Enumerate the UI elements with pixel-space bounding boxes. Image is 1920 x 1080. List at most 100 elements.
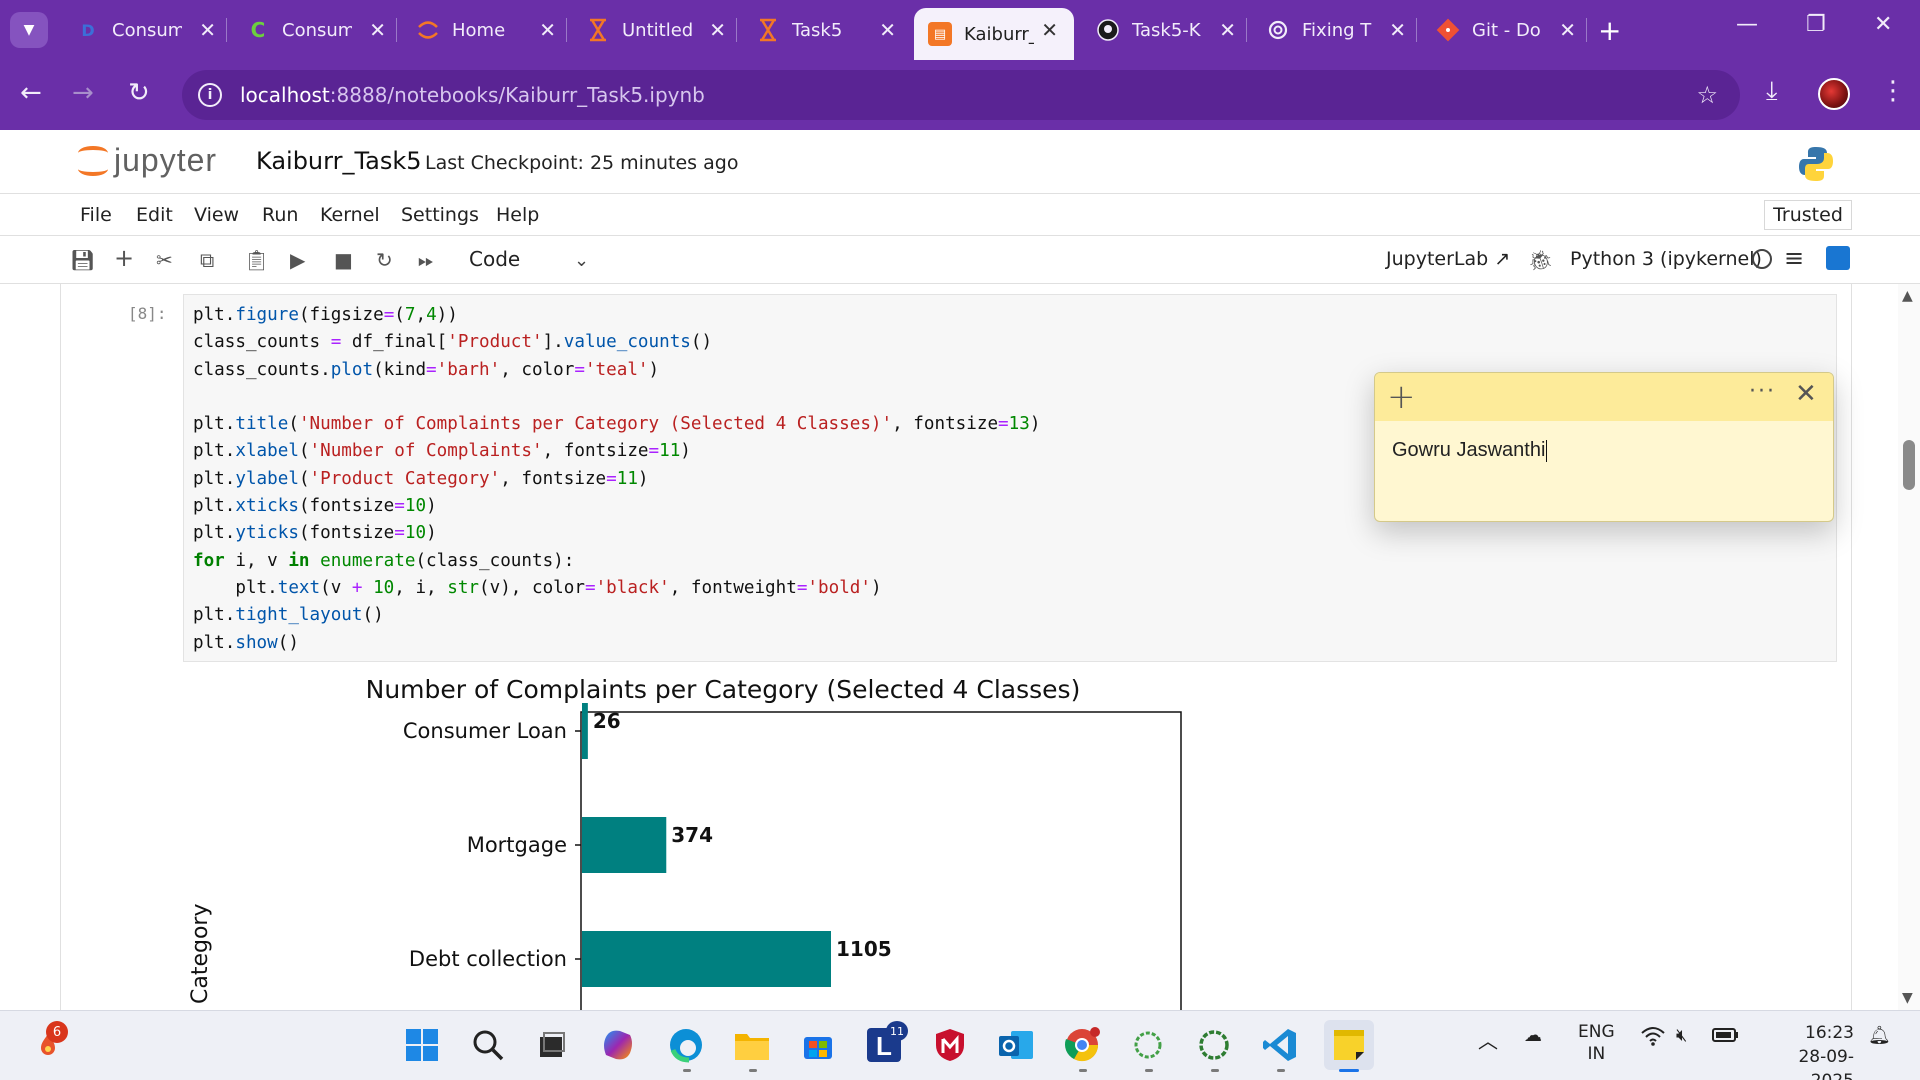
paste-icon[interactable]: 📋︎ <box>244 248 269 272</box>
browser-tab[interactable]: Git - Do ✕ <box>1422 8 1592 52</box>
save-icon[interactable]: 💾︎ <box>70 248 95 272</box>
menu-settings[interactable]: Settings <box>401 204 479 226</box>
insert-cell-icon[interactable]: + <box>114 244 134 272</box>
bar <box>582 703 588 759</box>
jupyterlab-link[interactable]: JupyterLab ↗ <box>1386 248 1510 270</box>
loader-app-1[interactable] <box>1126 1023 1170 1067</box>
profile-avatar[interactable] <box>1818 78 1850 110</box>
start-button[interactable] <box>400 1023 444 1067</box>
scrollbar-thumb[interactable] <box>1903 440 1915 490</box>
restart-icon[interactable]: ↻ <box>376 248 393 272</box>
store-app[interactable] <box>796 1023 840 1067</box>
close-icon[interactable]: ✕ <box>1041 18 1058 42</box>
battery-icon[interactable] <box>1712 1025 1740 1050</box>
forward-arrow-icon[interactable]: → <box>72 78 94 108</box>
close-icon[interactable]: ✕ <box>1219 18 1236 42</box>
language-indicator[interactable]: ENG IN <box>1578 1021 1615 1065</box>
close-icon[interactable]: ✕ <box>1389 18 1406 42</box>
sticky-note-text[interactable]: Gowru Jaswanthi <box>1392 439 1548 462</box>
more-options-icon[interactable]: ··· <box>1749 379 1776 404</box>
browser-tab-active[interactable]: ▤ Kaiburr_ ✕ <box>914 8 1074 60</box>
fast-forward-icon[interactable]: ⏩︎ <box>418 248 434 272</box>
loader-app-2[interactable] <box>1192 1023 1236 1067</box>
download-icon[interactable]: ⤓ <box>1766 76 1778 107</box>
close-icon[interactable]: ✕ <box>199 18 216 42</box>
close-icon[interactable]: ✕ <box>1559 18 1576 42</box>
tab-search-button[interactable]: ▼ <box>10 12 48 48</box>
menu-run[interactable]: Run <box>262 204 298 226</box>
outlook-icon <box>999 1031 1033 1059</box>
url-text[interactable]: localhost:8888/notebooks/Kaiburr_Task5.i… <box>240 83 705 107</box>
chevron-down-icon[interactable]: ⌄ <box>574 250 589 271</box>
bar-series: Consumer Loan 26 Mortgage 374 Debt collectio… <box>403 703 892 987</box>
menu-kernel[interactable]: Kernel <box>320 204 380 226</box>
sticky-note[interactable]: + ··· ✕ Gowru Jaswanthi <box>1374 372 1834 522</box>
mcafee-app[interactable] <box>928 1023 972 1067</box>
wifi-icon[interactable] <box>1640 1025 1666 1052</box>
kernel-name[interactable]: Python 3 (ipykernel) <box>1570 248 1762 270</box>
vertical-scrollbar[interactable]: ▲ ▼ <box>1898 284 1920 1010</box>
restore-icon[interactable]: ❐ <box>1806 12 1826 37</box>
browser-tab[interactable]: D Consum ✕ <box>62 8 232 52</box>
code-line: plt.xlabel('Number of Complaints', fonts… <box>193 441 691 462</box>
browser-tab[interactable]: C Consum ✕ <box>232 8 402 52</box>
add-note-icon[interactable]: + <box>1387 377 1416 417</box>
menu-lines-icon[interactable]: ≡ <box>1784 244 1804 272</box>
menu-file[interactable]: File <box>80 204 112 226</box>
browser-menu-icon[interactable]: ⋮ <box>1880 76 1906 106</box>
close-icon[interactable]: ✕ <box>369 18 386 42</box>
chevron-up-icon[interactable]: ︿ <box>1478 1025 1498 1054</box>
clock[interactable]: 16:23 28-09-2025 <box>1762 1021 1854 1080</box>
window-close-icon[interactable]: ✕ <box>1874 12 1892 37</box>
close-icon[interactable]: ✕ <box>709 18 726 42</box>
windows-taskbar: 6 L 11 ︿ ☁ ENG IN 🔇︎ 16:23 28-09- 🔔︎ <box>0 1010 1920 1080</box>
code-line: for i, v in enumerate(class_counts): <box>193 550 575 571</box>
site-info-icon[interactable]: i <box>198 83 222 107</box>
vscode-app[interactable] <box>1258 1023 1302 1067</box>
close-icon[interactable]: ✕ <box>879 18 896 42</box>
browser-tab[interactable]: Untitled ✕ <box>572 8 742 52</box>
copy-icon[interactable]: ⧉ <box>200 248 214 272</box>
address-bar[interactable]: i localhost:8888/notebooks/Kaiburr_Task5… <box>182 70 1740 120</box>
browser-tab[interactable]: Fixing T ✕ <box>1252 8 1422 52</box>
browser-tab[interactable]: Task5 ✕ <box>742 8 912 52</box>
notebook-toolbar: 💾︎ + ✂ ⧉ 📋︎ ▶ ■ ↻ ⏩︎ Code ⌄ JupyterLab ↗… <box>0 236 1920 284</box>
browser-tab[interactable]: Task5-K ✕ <box>1082 8 1252 52</box>
notebook-title[interactable]: Kaiburr_Task5 <box>256 147 422 175</box>
stop-icon[interactable]: ■ <box>334 248 353 272</box>
notification-badge: 11 <box>886 1021 908 1041</box>
sticky-notes-app[interactable] <box>1324 1020 1374 1070</box>
cell-type-select[interactable]: Code <box>469 247 520 271</box>
cut-icon[interactable]: ✂ <box>156 248 173 272</box>
close-note-icon[interactable]: ✕ <box>1795 379 1817 409</box>
outlook-app[interactable] <box>994 1023 1038 1067</box>
reload-icon[interactable]: ↻ <box>128 78 150 108</box>
notification-bell-icon[interactable]: 🔔︎ <box>1868 1025 1891 1046</box>
menu-edit[interactable]: Edit <box>136 204 173 226</box>
new-tab-button[interactable]: + <box>1598 14 1621 47</box>
minimize-icon[interactable]: — <box>1736 12 1758 37</box>
jupyter-logo[interactable]: jupyter <box>76 140 217 180</box>
search-button[interactable] <box>466 1023 510 1067</box>
bookmark-star-icon[interactable]: ☆ <box>1696 81 1718 109</box>
property-inspector-icon[interactable] <box>1826 246 1850 270</box>
github-icon <box>1096 18 1120 42</box>
code-block[interactable]: plt.figure(figsize=(7,4)) class_counts = … <box>193 302 1040 657</box>
onedrive-cloud-icon[interactable]: ☁ <box>1524 1025 1542 1046</box>
task-view-button[interactable] <box>530 1023 574 1067</box>
edge-app[interactable] <box>664 1023 708 1067</box>
scroll-up-icon[interactable]: ▲ <box>1902 288 1913 304</box>
trusted-indicator[interactable]: Trusted <box>1764 200 1852 230</box>
chrome-app[interactable] <box>1060 1023 1104 1067</box>
debugger-bug-icon[interactable]: 🐞︎ <box>1528 248 1553 272</box>
close-icon[interactable]: ✕ <box>539 18 556 42</box>
menu-view[interactable]: View <box>194 204 239 226</box>
speaker-muted-icon[interactable]: 🔇︎ <box>1676 1025 1687 1046</box>
file-explorer-app[interactable] <box>730 1023 774 1067</box>
run-icon[interactable]: ▶ <box>290 248 305 272</box>
copilot-app[interactable] <box>596 1023 640 1067</box>
browser-tab[interactable]: Home ✕ <box>402 8 572 52</box>
menu-help[interactable]: Help <box>496 204 539 226</box>
scroll-down-icon[interactable]: ▼ <box>1902 990 1913 1006</box>
back-arrow-icon[interactable]: ← <box>20 78 42 108</box>
